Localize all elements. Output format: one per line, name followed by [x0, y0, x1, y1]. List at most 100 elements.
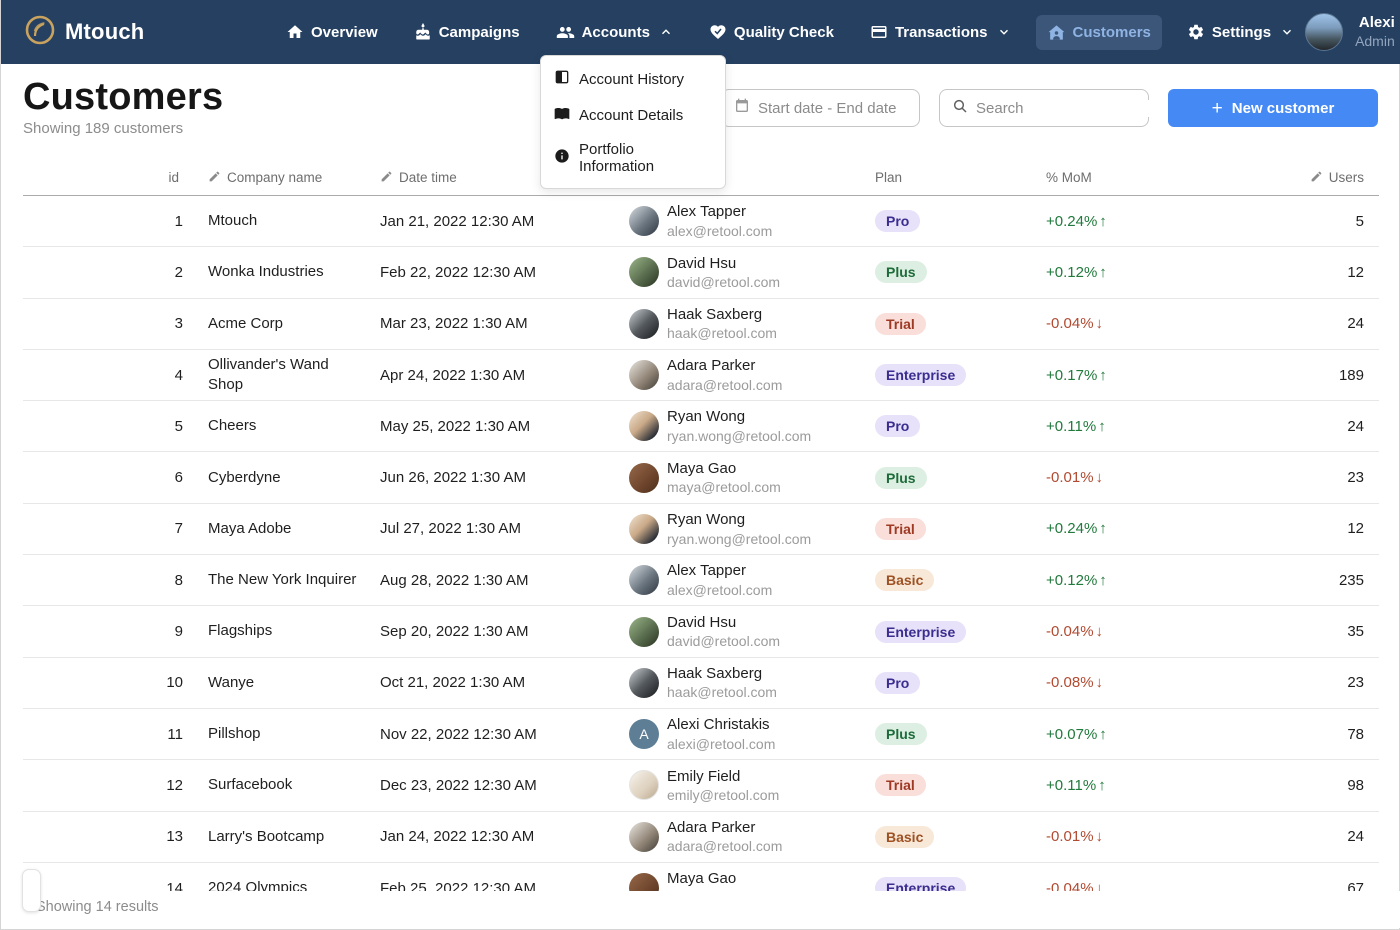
cell-id: 2 [23, 264, 183, 281]
admin-name: David Hsu [667, 254, 780, 274]
admin-avatar [629, 770, 659, 800]
cell-users: 24 [1216, 315, 1379, 332]
plan-badge: Plus [875, 467, 927, 489]
brand[interactable]: Mtouch [25, 15, 275, 50]
nav-item-accounts[interactable]: Accounts [545, 15, 684, 50]
search-input[interactable] [976, 100, 1175, 117]
half-square-icon [554, 69, 570, 89]
nav-item-quality-check[interactable]: Quality Check [698, 15, 845, 49]
customer-count-subtitle: Showing 189 customers [23, 120, 183, 137]
admin-name: Ryan Wong [667, 407, 811, 427]
chevron-down-icon [997, 25, 1011, 39]
new-customer-label: New customer [1232, 100, 1335, 117]
cell-admin: Adara Parker adara@retool.com [598, 356, 875, 394]
cell-mom: -0.04%↓ [1046, 315, 1216, 332]
mom-value: -0.08%↓ [1046, 674, 1103, 691]
table-row[interactable]: 9 Flagships Sep 20, 2022 1:30 AM David H… [23, 606, 1379, 657]
admin-name: David Hsu [667, 613, 780, 633]
table-row[interactable]: 7 Maya Adobe Jul 27, 2022 1:30 AM Ryan W… [23, 504, 1379, 555]
table-row[interactable]: 4 Ollivander's Wand Shop Apr 24, 2022 1:… [23, 350, 1379, 401]
admin-email: adara@retool.com [667, 837, 782, 855]
cell-plan: Pro [875, 415, 1046, 437]
chevron-up-icon [659, 25, 673, 39]
table-row[interactable]: 5 Cheers May 25, 2022 1:30 AM Ryan Wong … [23, 401, 1379, 452]
cell-id: 3 [23, 315, 183, 332]
nav-item-label: Overview [311, 24, 378, 41]
menu-item-portfolio-information[interactable]: Portfolio Information [541, 133, 725, 183]
admin-avatar [629, 257, 659, 287]
admin-name: Maya Gao [667, 869, 781, 889]
pencil-icon [1310, 170, 1323, 186]
scrollbar-handle[interactable] [22, 869, 41, 912]
nav-item-settings[interactable]: Settings [1176, 15, 1305, 49]
table-row[interactable]: 8 The New York Inquirer Aug 28, 2022 1:3… [23, 555, 1379, 606]
admin-email: alex@retool.com [667, 581, 772, 599]
cell-mom: +0.24%↑ [1046, 213, 1216, 230]
column-header-company[interactable]: Company name [183, 170, 373, 186]
table-row[interactable]: 1 Mtouch Jan 21, 2022 12:30 AM Alex Tapp… [23, 196, 1379, 247]
nav-item-campaigns[interactable]: Campaigns [403, 15, 531, 49]
table-row[interactable]: 10 Wanye Oct 21, 2022 1:30 AM Haak Saxbe… [23, 658, 1379, 709]
nav-item-transactions[interactable]: Transactions [859, 15, 1022, 49]
cell-id: 10 [23, 674, 183, 691]
plan-badge: Pro [875, 672, 920, 694]
mom-value: +0.11%↑ [1046, 418, 1106, 435]
search-icon [952, 98, 968, 119]
admin-email: ryan.wong@retool.com [667, 530, 811, 548]
admin-avatar [629, 565, 659, 595]
table-row[interactable]: 6 Cyberdyne Jun 26, 2022 1:30 AM Maya Ga… [23, 452, 1379, 503]
table-row[interactable]: 2 Wonka Industries Feb 22, 2022 12:30 AM… [23, 247, 1379, 298]
cell-plan: Basic [875, 569, 1046, 591]
admin-email: haak@retool.com [667, 683, 777, 701]
home-icon [286, 23, 304, 41]
table-row[interactable]: 11 Pillshop Nov 22, 2022 12:30 AM A Alex… [23, 709, 1379, 760]
admin-avatar [629, 360, 659, 390]
table-row[interactable]: 12 Surfacebook Dec 23, 2022 12:30 AM Emi… [23, 760, 1379, 811]
cell-plan: Enterprise [875, 621, 1046, 643]
admin-name: Haak Saxberg [667, 305, 777, 325]
menu-item-account-details[interactable]: Account Details [541, 97, 725, 133]
cell-users: 23 [1216, 469, 1379, 486]
table-row[interactable]: 13 Larry's Bootcamp Jan 24, 2022 12:30 A… [23, 812, 1379, 863]
cell-admin: Ryan Wong ryan.wong@retool.com [598, 407, 875, 445]
cell-company-name: Flagships [183, 621, 373, 641]
table-footer: Showing 14 results [2, 891, 1400, 928]
new-customer-button[interactable]: + New customer [1168, 89, 1378, 127]
nav-item-overview[interactable]: Overview [275, 15, 389, 49]
column-header-plan[interactable]: Plan [875, 170, 1046, 185]
plan-badge: Enterprise [875, 621, 966, 643]
brand-name: Mtouch [65, 19, 144, 45]
cell-users: 24 [1216, 828, 1379, 845]
pencil-icon [380, 170, 393, 186]
cell-company-name: Wonka Industries [183, 262, 373, 282]
column-header-users[interactable]: Users [1216, 170, 1379, 186]
admin-name: Alex Tapper [667, 561, 772, 581]
nav-item-customers[interactable]: Customers [1036, 15, 1162, 50]
column-header-id[interactable]: id [23, 170, 183, 185]
results-count: Showing 14 results [36, 899, 159, 915]
menu-item-account-history[interactable]: Account History [541, 61, 725, 97]
cell-company-name: Cheers [183, 416, 373, 436]
plan-badge: Basic [875, 826, 934, 848]
cell-plan: Plus [875, 467, 1046, 489]
cell-date-time: Jan 24, 2022 12:30 AM [373, 828, 598, 845]
user-menu[interactable]: Alexi Admin [1305, 13, 1395, 51]
column-header-mom[interactable]: % MoM [1046, 170, 1216, 185]
plan-badge: Trial [875, 518, 926, 540]
table-row[interactable]: 3 Acme Corp Mar 23, 2022 1:30 AM Haak Sa… [23, 299, 1379, 350]
user-avatar [1305, 13, 1343, 51]
search-box [939, 89, 1149, 127]
admin-avatar [629, 309, 659, 339]
admin-avatar [629, 411, 659, 441]
cell-admin: Maya Gao maya@retool.com [598, 459, 875, 497]
cell-plan: Enterprise [875, 364, 1046, 386]
date-range-input[interactable]: Start date - End date [721, 89, 920, 127]
mtouch-logo-icon [25, 15, 55, 50]
cell-id: 4 [23, 367, 183, 384]
cell-company-name: Acme Corp [183, 314, 373, 334]
cell-mom: -0.01%↓ [1046, 469, 1216, 486]
gear-icon [1187, 23, 1205, 41]
cell-company-name: Surfacebook [183, 775, 373, 795]
cell-plan: Trial [875, 313, 1046, 335]
mom-value: +0.24%↑ [1046, 520, 1107, 537]
